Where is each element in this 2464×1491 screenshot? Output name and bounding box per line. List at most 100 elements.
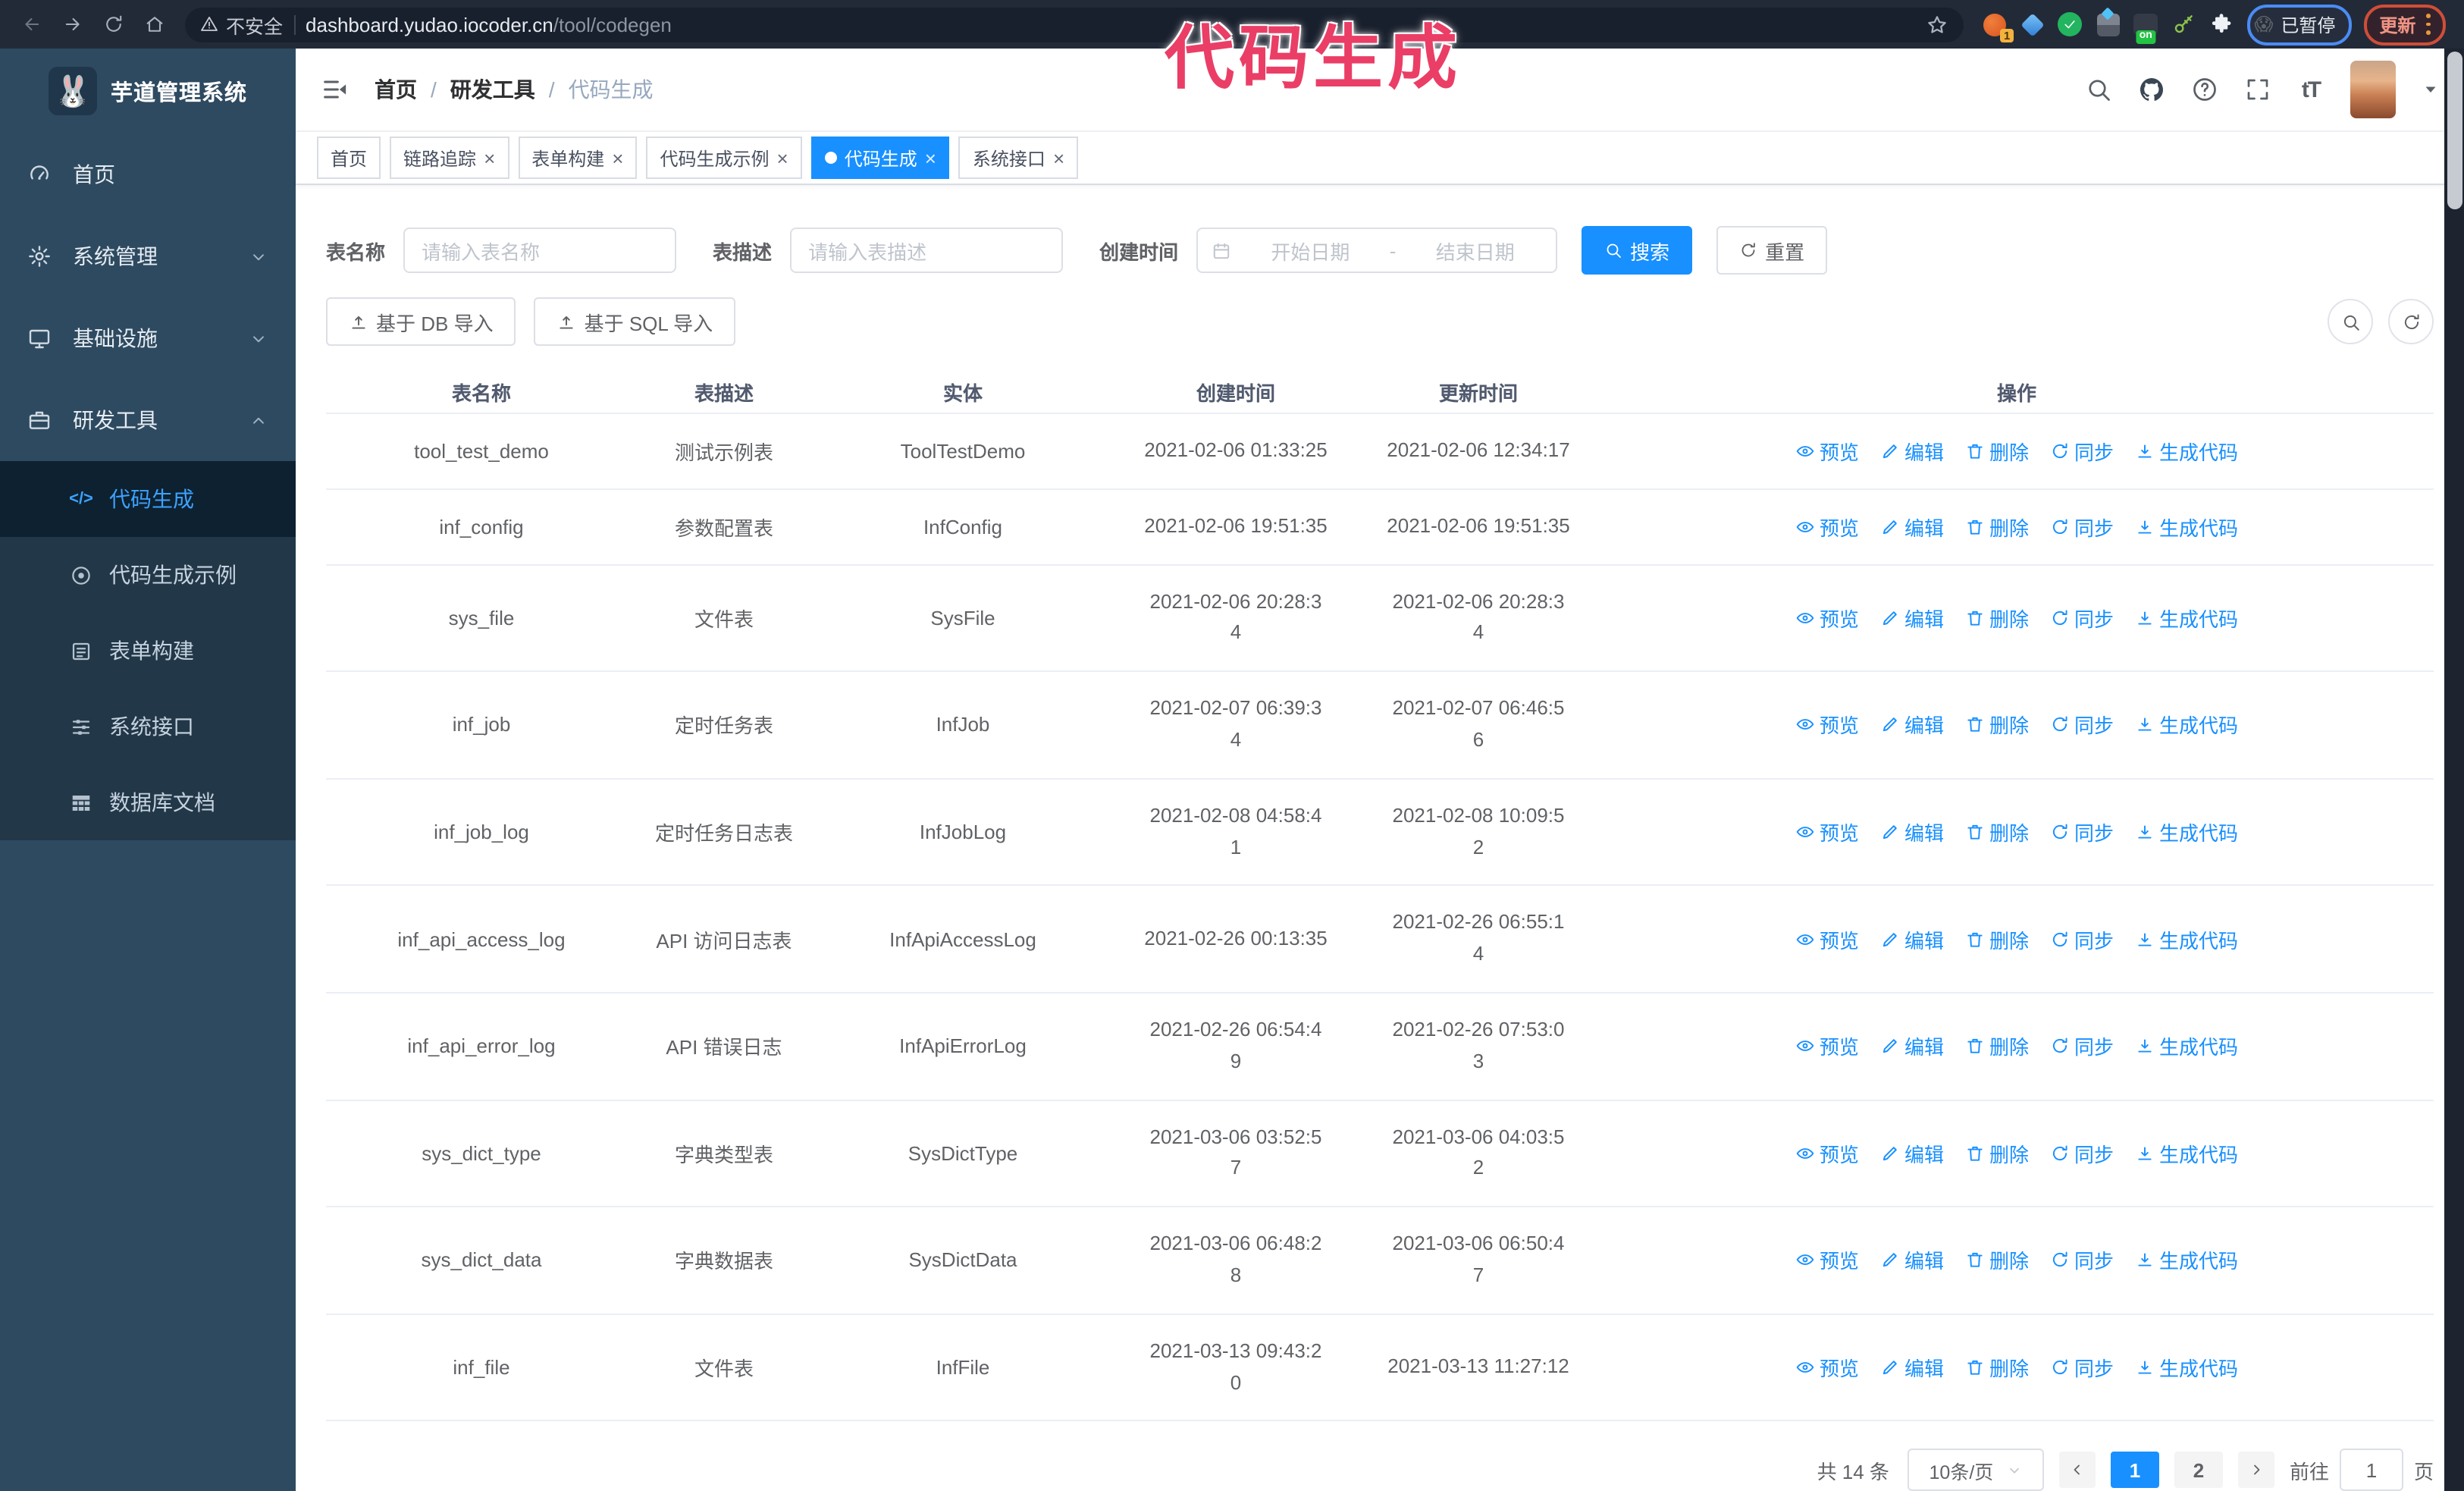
action-preview-link[interactable]: 预览: [1795, 711, 1859, 739]
close-icon[interactable]: ×: [925, 148, 936, 168]
date-range-picker[interactable]: 开始日期 - 结束日期: [1196, 228, 1558, 273]
action-sync-link[interactable]: 同步: [2050, 437, 2114, 466]
action-edit-link[interactable]: 编辑: [1880, 604, 1944, 632]
extension-tabs-icon[interactable]: [2095, 11, 2121, 37]
action-edit-link[interactable]: 编辑: [1880, 924, 1944, 953]
action-edit-link[interactable]: 编辑: [1880, 711, 1944, 739]
github-icon[interactable]: [2138, 76, 2165, 103]
font-size-icon[interactable]: tT: [2297, 76, 2324, 103]
action-preview-link[interactable]: 预览: [1795, 818, 1859, 846]
action-edit-link[interactable]: 编辑: [1880, 1246, 1944, 1275]
close-icon[interactable]: ×: [612, 148, 623, 168]
action-sync-link[interactable]: 同步: [2050, 604, 2114, 632]
sidebar-subitem-db-doc[interactable]: 数据库文档: [0, 764, 296, 840]
import-db-button[interactable]: 基于 DB 导入: [326, 297, 516, 346]
action-generate-link[interactable]: 生成代码: [2135, 512, 2238, 541]
action-delete-link[interactable]: 删除: [1965, 512, 2029, 541]
action-delete-link[interactable]: 删除: [1965, 818, 2029, 846]
action-generate-link[interactable]: 生成代码: [2135, 818, 2238, 846]
close-icon[interactable]: ×: [1053, 148, 1064, 168]
scrollbar-thumb[interactable]: [2447, 52, 2462, 209]
table-name-input[interactable]: 请输入表名称: [403, 228, 677, 273]
action-preview-link[interactable]: 预览: [1795, 924, 1859, 953]
fullscreen-icon[interactable]: [2244, 76, 2271, 103]
sidebar-item-home[interactable]: 首页: [0, 133, 296, 215]
action-generate-link[interactable]: 生成代码: [2135, 924, 2238, 953]
security-chip[interactable]: 不安全: [200, 10, 283, 39]
extensions-puzzle-icon[interactable]: [2209, 11, 2234, 37]
action-sync-link[interactable]: 同步: [2050, 1032, 2114, 1061]
sidebar-subitem-system-api[interactable]: 系统接口: [0, 689, 296, 764]
search-button[interactable]: 搜索: [1582, 226, 1693, 275]
tab-codegen[interactable]: 代码生成 ×: [810, 137, 950, 179]
kebab-menu-icon[interactable]: [2426, 14, 2431, 35]
tab-form-builder[interactable]: 表单构建 ×: [518, 137, 638, 179]
app-logo[interactable]: 🐰 芋道管理系统: [0, 49, 296, 133]
action-delete-link[interactable]: 删除: [1965, 1246, 2029, 1275]
action-sync-link[interactable]: 同步: [2050, 1139, 2114, 1168]
browser-reload-button[interactable]: [94, 5, 132, 43]
close-icon[interactable]: ×: [777, 148, 788, 168]
sidebar-item-system[interactable]: 系统管理: [0, 215, 296, 297]
breadcrumb-item[interactable]: 研发工具: [450, 74, 535, 105]
refresh-button[interactable]: [2388, 299, 2434, 344]
extension-proxy-icon[interactable]: 1: [1981, 11, 2014, 42]
action-preview-link[interactable]: 预览: [1795, 1139, 1859, 1168]
toggle-search-button[interactable]: [2328, 299, 2373, 344]
next-page-button[interactable]: [2237, 1452, 2274, 1489]
action-edit-link[interactable]: 编辑: [1880, 512, 1944, 541]
sidebar-subitem-codegen[interactable]: </> 代码生成: [0, 461, 296, 537]
action-preview-link[interactable]: 预览: [1795, 1246, 1859, 1275]
action-preview-link[interactable]: 预览: [1795, 1353, 1859, 1382]
tab-home[interactable]: 首页: [317, 137, 381, 179]
action-delete-link[interactable]: 删除: [1965, 1139, 2029, 1168]
action-generate-link[interactable]: 生成代码: [2135, 1032, 2238, 1061]
user-avatar[interactable]: [2350, 61, 2396, 118]
import-sql-button[interactable]: 基于 SQL 导入: [534, 297, 736, 346]
action-sync-link[interactable]: 同步: [2050, 818, 2114, 846]
goto-page-input[interactable]: 1: [2339, 1449, 2403, 1491]
action-edit-link[interactable]: 编辑: [1880, 1139, 1944, 1168]
sidebar-item-infra[interactable]: 基础设施: [0, 297, 296, 379]
action-generate-link[interactable]: 生成代码: [2135, 437, 2238, 466]
action-sync-link[interactable]: 同步: [2050, 512, 2114, 541]
action-sync-link[interactable]: 同步: [2050, 711, 2114, 739]
table-desc-input[interactable]: 请输入表描述: [790, 228, 1064, 273]
action-delete-link[interactable]: 删除: [1965, 924, 2029, 953]
action-edit-link[interactable]: 编辑: [1880, 818, 1944, 846]
action-delete-link[interactable]: 删除: [1965, 604, 2029, 632]
tab-system-api[interactable]: 系统接口 ×: [958, 137, 1079, 179]
profile-paused-pill[interactable]: 😱 已暂停: [2246, 4, 2353, 45]
action-edit-link[interactable]: 编辑: [1880, 1353, 1944, 1382]
action-delete-link[interactable]: 删除: [1965, 711, 2029, 739]
sidebar-subitem-form-builder[interactable]: 表单构建: [0, 613, 296, 689]
help-icon[interactable]: [2191, 76, 2218, 103]
browser-forward-button[interactable]: [53, 5, 91, 43]
browser-update-button[interactable]: 更新: [2364, 4, 2446, 45]
action-sync-link[interactable]: 同步: [2050, 1353, 2114, 1382]
action-sync-link[interactable]: 同步: [2050, 1246, 2114, 1275]
page-size-select[interactable]: 10条/页: [1907, 1449, 2044, 1491]
extension-switch-icon[interactable]: on: [2133, 11, 2158, 43]
action-generate-link[interactable]: 生成代码: [2135, 604, 2238, 632]
browser-back-button[interactable]: [12, 5, 50, 43]
action-preview-link[interactable]: 预览: [1795, 604, 1859, 632]
action-generate-link[interactable]: 生成代码: [2135, 1353, 2238, 1382]
action-edit-link[interactable]: 编辑: [1880, 1032, 1944, 1061]
reset-button[interactable]: 重置: [1716, 226, 1828, 275]
extension-check-icon[interactable]: [2057, 11, 2083, 37]
address-bar[interactable]: 不安全 dashboard.yudao.iocoder.cn/tool/code…: [185, 7, 1964, 42]
caret-down-icon[interactable]: [2422, 80, 2440, 99]
action-preview-link[interactable]: 预览: [1795, 437, 1859, 466]
sidebar-toggle-icon[interactable]: [320, 74, 350, 105]
action-preview-link[interactable]: 预览: [1795, 1032, 1859, 1061]
action-delete-link[interactable]: 删除: [1965, 437, 2029, 466]
page-button-2[interactable]: 2: [2174, 1452, 2223, 1489]
sidebar-item-devtools[interactable]: 研发工具: [0, 379, 296, 461]
search-icon[interactable]: [2085, 76, 2112, 103]
close-icon[interactable]: ×: [484, 148, 495, 168]
action-delete-link[interactable]: 删除: [1965, 1353, 2029, 1382]
prev-page-button[interactable]: [2058, 1452, 2096, 1489]
breadcrumb-item[interactable]: 首页: [375, 74, 417, 105]
sidebar-subitem-codegen-demo[interactable]: 代码生成示例: [0, 537, 296, 613]
